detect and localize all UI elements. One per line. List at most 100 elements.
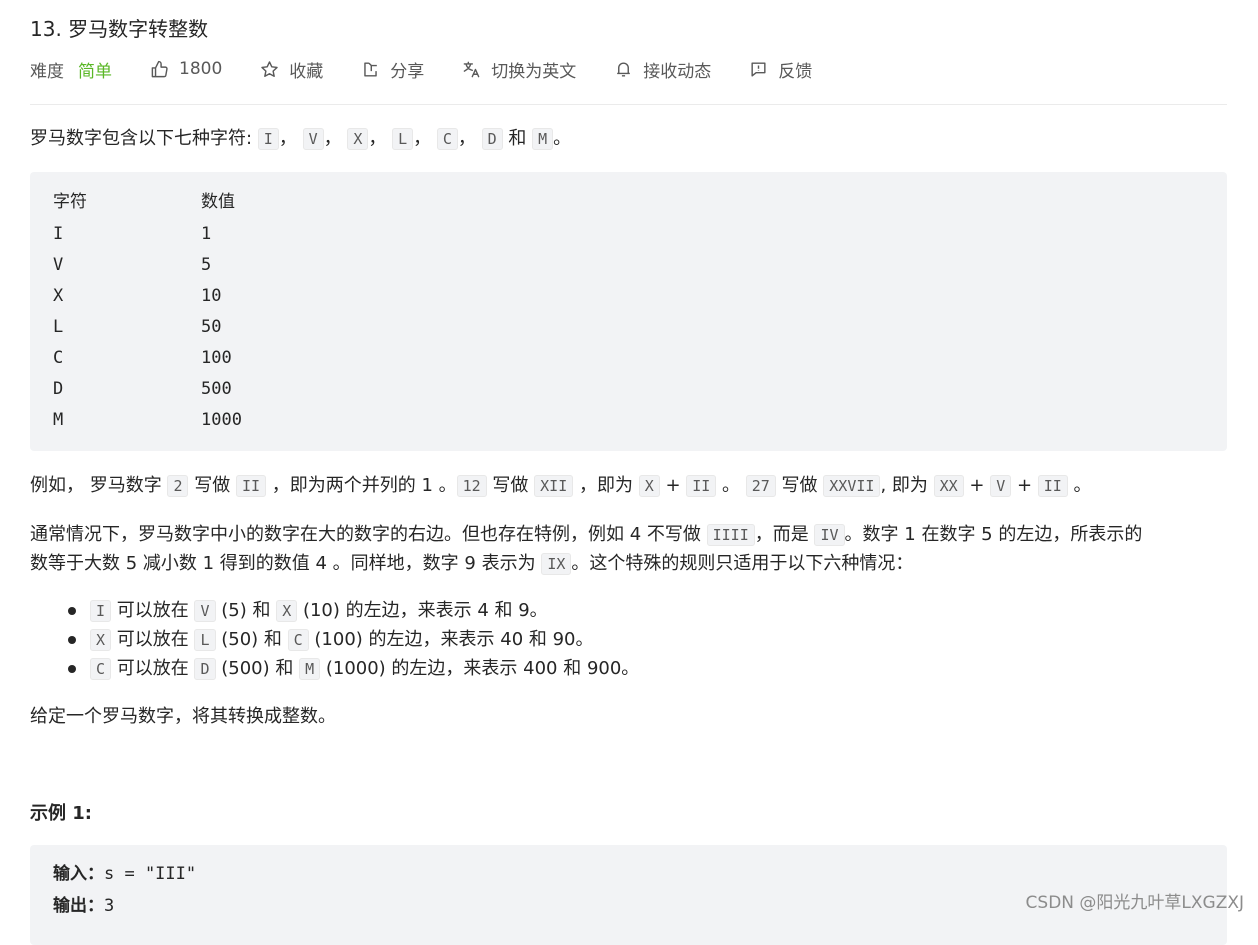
favorite-label: 收藏 — [289, 61, 324, 82]
like-button[interactable]: 1800 — [150, 59, 222, 79]
text: 。 — [1067, 475, 1092, 496]
separator: ， — [457, 128, 476, 149]
text: (1000) 的左边，来表示 400 和 900。 — [320, 658, 640, 679]
input-value: s = "III" — [104, 864, 197, 884]
period: 。 — [553, 128, 572, 149]
inline-code: II — [1037, 475, 1068, 497]
inline-code: V — [302, 128, 324, 150]
value-cell: 500 — [201, 379, 232, 399]
text: 写做 — [486, 475, 535, 496]
text: (50) 和 — [215, 629, 288, 650]
favorite-button[interactable]: 收藏 — [260, 57, 323, 82]
symbol-cell: L — [53, 317, 64, 337]
notify-button[interactable]: 接收动态 — [614, 57, 711, 82]
text: + — [659, 475, 687, 496]
value-cell: 5 — [201, 255, 212, 275]
inline-code: X — [347, 128, 369, 150]
and-text: 和 — [502, 128, 533, 149]
inline-code: 12 — [456, 475, 487, 497]
example-paragraph: 例如， 罗马数字 2 写做 II ，即为两个并列的 1 。 12 写做 X II ，… — [30, 472, 1092, 500]
symbol-cell: I — [53, 224, 64, 244]
input-label: 输入： — [53, 864, 104, 884]
text: 写做 — [775, 475, 824, 496]
rule-paragraph-line-1: 通常情况下，罗马数字中小的数字在大的数字的右边。但也存在特例，例如 4 不写做 … — [30, 521, 1142, 549]
inline-code: IX — [541, 553, 572, 575]
bell-icon — [617, 62, 631, 77]
output-value: 3 — [104, 896, 115, 916]
symbol-cell: V — [53, 255, 64, 275]
inline-code: I — [257, 128, 279, 150]
inline-code: V — [194, 600, 216, 622]
separator: ， — [413, 128, 432, 149]
text: 。数字 1 在数字 5 的左边，所表示的 — [844, 524, 1143, 545]
share-icon — [364, 61, 378, 77]
symbol-table-block: 字符 数值 I1 V5 X 10 L 50 C 100 D 500 M 1000 — [30, 172, 1227, 451]
difficulty-badge: 简单 — [78, 61, 112, 82]
inline-code: XXVII — [823, 475, 881, 497]
text: 写做 — [188, 475, 236, 496]
feedback-label: 反馈 — [778, 61, 813, 82]
feedback-icon — [751, 61, 766, 77]
inline-code: X — [90, 629, 112, 651]
like-count: 1800 — [179, 59, 223, 79]
text: (500) 和 — [215, 658, 300, 679]
switch-language-label: 切换为英文 — [491, 61, 577, 82]
separator: ， — [278, 128, 297, 149]
separator: ， — [368, 128, 387, 149]
intro-paragraph: 罗马数字包含以下七种字符: I， V， X， L， C， D 和 M。 — [30, 125, 571, 153]
text: 可以放在 — [111, 658, 195, 679]
symbol-cell: M — [53, 410, 64, 430]
table-row: C 100 — [53, 343, 232, 374]
notify-label: 接收动态 — [643, 61, 712, 82]
inline-code: L — [194, 629, 216, 651]
share-button[interactable]: 分享 — [361, 57, 424, 82]
table-row: I1 — [53, 219, 211, 250]
inline-code: M — [299, 658, 321, 680]
star-icon — [261, 60, 278, 77]
list-item: I 可以放在 V (5) 和 X (10) 的左边，来表示 4 和 9。 — [30, 596, 639, 625]
difficulty-label: 难度 — [30, 61, 64, 82]
thumbs-up-icon — [151, 60, 168, 77]
table-header: 字符 数值 — [53, 187, 235, 218]
text: 例如， 罗马数字 — [30, 475, 168, 496]
text: ，而是 — [754, 524, 815, 545]
rule-paragraph-line-2: 数等于大数 5 减小数 1 得到的数值 4 。同样地，数字 9 表示为 IX 。这… — [30, 550, 913, 578]
example-input-line: 输入：s = "III" — [53, 859, 196, 890]
inline-code: X — [638, 475, 660, 497]
text: (10) 的左边，来表示 4 和 9。 — [297, 600, 548, 621]
separator: ， — [323, 128, 342, 149]
header-divider — [30, 104, 1227, 105]
text: 。这个特殊的规则只适用于以下六种情况： — [571, 553, 914, 574]
inline-code: I — [90, 600, 112, 622]
table-row: X 10 — [53, 281, 221, 312]
switch-language-button[interactable]: 切换为英文 — [462, 57, 576, 82]
header-value: 数值 — [201, 192, 235, 212]
inline-code: II — [686, 475, 717, 497]
text: ，即为 — [573, 475, 639, 496]
text: 通常情况下，罗马数字中小的数字在大的数字的右边。但也存在特例，例如 4 不写做 — [30, 524, 707, 545]
watermark: CSDN @阳光九叶草LXGZXJ — [1025, 893, 1244, 913]
inline-code: V — [990, 475, 1012, 497]
feedback-button[interactable]: 反馈 — [749, 57, 812, 82]
share-label: 分享 — [390, 61, 425, 82]
intro-text: 罗马数字包含以下七种字符: — [30, 128, 258, 149]
output-label: 输出： — [53, 896, 104, 916]
problem-title: 13. 罗马数字转整数 — [30, 17, 209, 41]
inline-code: C — [436, 128, 458, 150]
translate-icon — [463, 61, 480, 77]
value-cell: 1 — [201, 224, 212, 244]
inline-code: L — [392, 128, 414, 150]
list-item: X 可以放在 L (50) 和 C (100) 的左边，来表示 40 和 90。 — [30, 625, 639, 654]
rule-list: I 可以放在 V (5) 和 X (10) 的左边，来表示 4 和 9。 X 可… — [30, 596, 639, 683]
text: + — [963, 475, 991, 496]
value-cell: 10 — [201, 286, 222, 306]
text: ，即为两个并列的 1 。 — [266, 475, 457, 496]
inline-code: C — [90, 658, 112, 680]
text: , 即为 — [880, 475, 934, 496]
task-statement: 给定一个罗马数字，将其转换成整数。 — [30, 706, 336, 727]
text: (100) 的左边，来表示 40 和 90。 — [308, 629, 594, 650]
inline-code: 2 — [167, 475, 189, 497]
inline-code: C — [287, 629, 309, 651]
inline-code: 27 — [745, 475, 776, 497]
text: 。 — [716, 475, 746, 496]
